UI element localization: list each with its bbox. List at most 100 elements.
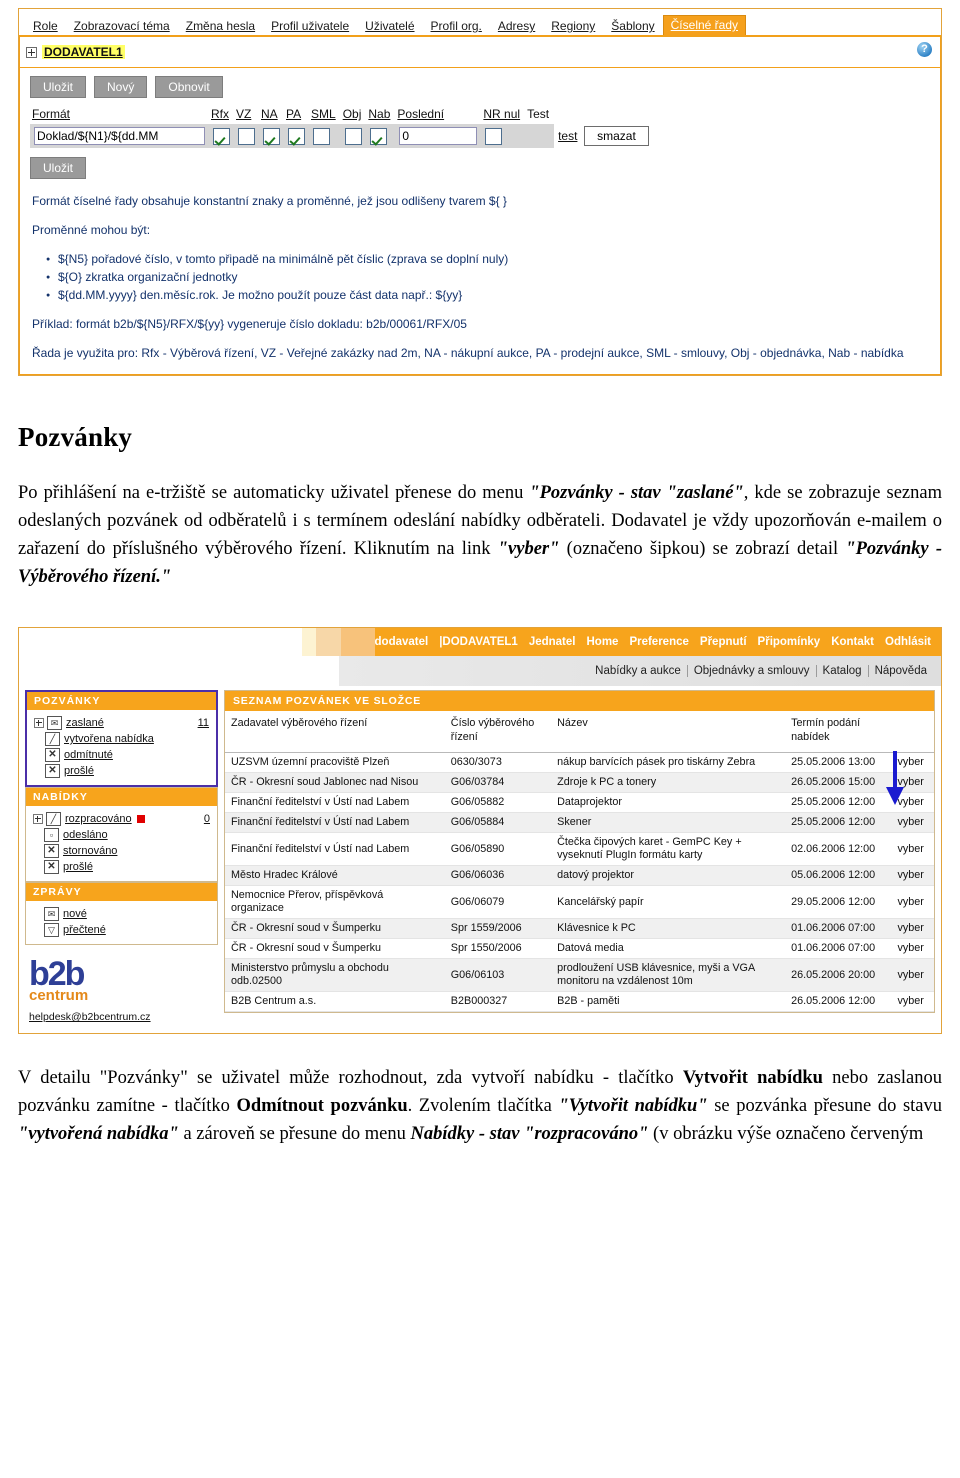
cell-zadavatel: Finanční ředitelství v Ústí nad Labem — [225, 792, 445, 813]
note-icon: ╱ — [45, 732, 60, 746]
cell-nazev: Datová media — [551, 938, 786, 959]
sml-checkbox[interactable] — [313, 127, 330, 145]
cell-vyber-link[interactable]: vyber — [891, 792, 934, 813]
topnav-odhlasit[interactable]: Odhlásit — [885, 636, 931, 648]
cell-nazev: datový projektor — [551, 865, 786, 886]
table-row[interactable]: Finanční ředitelství v Ústí nad Labem G0… — [225, 832, 934, 866]
topnav-pripominky[interactable]: Připomínky — [758, 636, 821, 648]
cell-vyber-link[interactable]: vyber — [891, 918, 934, 939]
sidebar-item-zaslane[interactable]: ✉ zaslané 11 — [34, 715, 209, 731]
cell-obj — [340, 124, 367, 148]
org-name[interactable]: DODAVATEL1 — [42, 45, 125, 59]
col-format: Formát — [32, 107, 71, 121]
table-row[interactable]: Nemocnice Přerov, příspěvková organizace… — [225, 885, 934, 919]
tab-zobrazovaci-tema[interactable]: Zobrazovací téma — [66, 17, 178, 35]
sidebar-item-odmitnute[interactable]: ✕ odmítnuté — [34, 747, 209, 763]
cell-vyber-link[interactable]: vyber — [891, 958, 934, 992]
nr-nul-checkbox[interactable] — [485, 127, 503, 145]
cell-vyber-link[interactable]: vyber — [891, 991, 934, 1012]
table-row[interactable]: Ministerstvo průmyslu a obchodu odb.0250… — [225, 958, 934, 992]
tab-adresy[interactable]: Adresy — [490, 17, 543, 35]
table-row[interactable]: UZSVM územní pracoviště Plzeň 0630/3073 … — [225, 752, 934, 773]
table-row[interactable]: B2B Centrum a.s. B2B000327 B2B - paměti … — [225, 991, 934, 1012]
tab-uzivatele[interactable]: Uživatelé — [357, 17, 422, 35]
subnav-nabidky-aukce[interactable]: Nabídky a aukce — [589, 665, 687, 677]
sidebar-item-nove[interactable]: ✉ nové — [33, 906, 210, 922]
cell-vyber-link[interactable]: vyber — [891, 772, 934, 793]
table-row[interactable]: ČR - Okresní soud Jablonec nad Nisou G06… — [225, 772, 934, 793]
subnav-left-space — [19, 656, 339, 686]
sidebar-item-nabidky-prosle[interactable]: ✕ prošlé — [33, 859, 210, 875]
cell-vyber-link[interactable]: vyber — [891, 752, 934, 773]
sidebar-item-rozpracovano[interactable]: ╱ rozpracováno 0 — [33, 811, 210, 827]
paragraph-intro: Po přihlášení na e-tržiště se automatick… — [18, 479, 942, 591]
na-checkbox[interactable] — [263, 127, 280, 145]
delete-button[interactable]: smazat — [584, 126, 649, 146]
posledni-input[interactable] — [399, 127, 478, 145]
topnav-prepnuti[interactable]: Přepnutí — [700, 636, 747, 648]
subnav-links: Nabídky a aukce Objednávky a smlouvy Kat… — [339, 656, 941, 686]
expand-plus-icon[interactable] — [34, 718, 44, 728]
tab-regiony[interactable]: Regiony — [543, 17, 603, 35]
admin-tab-bar: Role Zobrazovací téma Změna hesla Profil… — [19, 9, 941, 37]
cell-nazev: prodloužení USB klávesnice, myši a VGA m… — [551, 958, 786, 992]
expand-plus-icon[interactable] — [33, 814, 43, 824]
helpdesk-email-link[interactable]: helpdesk@b2bcentrum.cz — [29, 1011, 218, 1023]
cell-cislo: G06/05884 — [444, 812, 552, 833]
topnav-kontakt[interactable]: Kontakt — [831, 636, 874, 648]
tab-role[interactable]: Role — [25, 17, 66, 35]
tab-sablony[interactable]: Šablony — [603, 17, 662, 35]
cell-vyber-link[interactable]: vyber — [891, 812, 934, 833]
test-link[interactable]: test — [558, 129, 577, 143]
pa-checkbox[interactable] — [288, 127, 305, 145]
table-header-row: Formát Rfx VZ NA PA SML Obj Nab Poslední… — [30, 106, 653, 124]
cell-vz — [234, 124, 259, 148]
cell-zadavatel: ČR - Okresní soud v Šumperku — [225, 938, 445, 959]
cell-nr-nul — [481, 124, 526, 148]
nab-checkbox[interactable] — [370, 127, 388, 145]
para2-part1: V detailu "Pozvánky" se uživatel může ro… — [18, 1068, 683, 1088]
cell-zadavatel: Město Hradec Králové — [225, 865, 445, 886]
save-button-bottom[interactable]: Uložit — [30, 157, 87, 179]
sidebar-item-vytvorena-nabidka[interactable]: ╱ vytvořena nabídka — [34, 731, 209, 747]
help-example: Příklad: formát b2b/${N5}/RFX/${yy} vyge… — [32, 317, 467, 331]
x-icon: ✕ — [45, 764, 60, 778]
expand-plus-icon[interactable] — [26, 46, 37, 58]
subnav-objednavky-smlouvy[interactable]: Objednávky a smlouvy — [686, 665, 816, 677]
sidebar-item-odeslano[interactable]: ▫ odesláno — [33, 827, 210, 843]
rfx-checkbox[interactable] — [213, 127, 230, 145]
table-row[interactable]: Město Hradec Králové G06/06036 datový pr… — [225, 865, 934, 886]
cell-vyber-link[interactable]: vyber — [891, 938, 934, 959]
subnav-katalog[interactable]: Katalog — [815, 665, 868, 677]
cell-vyber-link[interactable]: vyber — [891, 865, 934, 886]
sidebar-list-pozvanky: ✉ zaslané 11 ╱ vytvořena nabídka ✕ odmít… — [27, 710, 216, 785]
table-row[interactable]: Finanční ředitelství v Ústí nad Labem G0… — [225, 812, 934, 833]
obj-checkbox[interactable] — [344, 127, 362, 145]
cell-vyber-link[interactable]: vyber — [891, 885, 934, 919]
topnav-jednatel[interactable]: Jednatel — [529, 636, 576, 648]
refresh-button[interactable]: Obnovit — [155, 76, 223, 98]
help-icon[interactable]: ? — [917, 42, 932, 57]
subnav-napoveda[interactable]: Nápověda — [867, 665, 933, 677]
table-row[interactable]: ČR - Okresní soud v Šumperku Spr 1559/20… — [225, 918, 934, 939]
help-bullet-date: ${dd.MM.yyyy} den.měsíc.rok. Je možno po… — [46, 287, 930, 304]
topnav-preference[interactable]: Preference — [629, 636, 688, 648]
tab-zmena-hesla[interactable]: Změna hesla — [178, 17, 263, 35]
format-input[interactable] — [34, 127, 205, 145]
tab-profil-org[interactable]: Profil org. — [423, 17, 490, 35]
topnav-home[interactable]: Home — [586, 636, 618, 648]
save-button[interactable]: Uložit — [30, 76, 87, 98]
sidebar-item-prectene[interactable]: ▽ přečtené — [33, 922, 210, 938]
tab-ciselne-rady[interactable]: Číselné řady — [662, 15, 747, 35]
cell-format — [30, 124, 209, 148]
sidebar-item-stornovano[interactable]: ✕ stornováno — [33, 843, 210, 859]
sidebar-item-prosle[interactable]: ✕ prošlé — [34, 763, 209, 779]
tab-profil-uzivatele[interactable]: Profil uživatele — [263, 17, 357, 35]
topnav-company[interactable]: |DODAVATEL1 — [439, 636, 518, 648]
cell-vyber-link[interactable]: vyber — [891, 832, 934, 866]
cell-nazev: Zdroje k PC a tonery — [551, 772, 786, 793]
new-button[interactable]: Nový — [94, 76, 148, 98]
table-row[interactable]: ČR - Okresní soud v Šumperku Spr 1550/20… — [225, 938, 934, 959]
vz-checkbox[interactable] — [238, 127, 255, 145]
table-row[interactable]: Finanční ředitelství v Ústí nad Labem G0… — [225, 792, 934, 813]
